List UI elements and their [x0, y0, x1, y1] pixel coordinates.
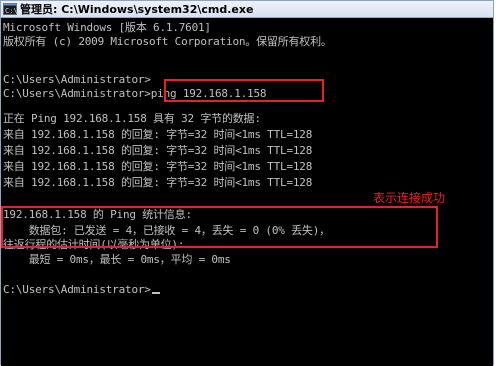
- console-line: 正在 Ping 192.168.1.158 具有 32 字节的数据:: [3, 112, 261, 125]
- prompt-text: C:\Users\Administrator>: [3, 283, 151, 296]
- cmd-window: C:\ 管理员: C:\Windows\system32\cmd.exe Mic…: [0, 0, 494, 366]
- console-line: 来自 192.168.1.158 的回复: 字节=32 时间<1ms TTL=1…: [3, 144, 313, 157]
- svg-text:C:\: C:\: [5, 7, 17, 15]
- prompt-line: C:\Users\Administrator>: [3, 283, 160, 296]
- text-cursor: [151, 292, 160, 294]
- statistics-highlight: [1, 206, 438, 248]
- console-line: 最短 = 0ms，最长 = 0ms，平均 = 0ms: [3, 253, 231, 266]
- console-line: 来自 192.168.1.158 的回复: 字节=32 时间<1ms TTL=1…: [3, 160, 313, 173]
- console-line: Microsoft Windows [版本 6.1.7601]: [3, 21, 211, 34]
- ping-command-highlight: [164, 79, 324, 102]
- console-line: 来自 192.168.1.158 的回复: 字节=32 时间<1ms TTL=1…: [3, 128, 313, 141]
- console-line: 版权所有 (c) 2009 Microsoft Corporation。保留所有…: [3, 35, 332, 48]
- window-title: 管理员: C:\Windows\system32\cmd.exe: [20, 2, 254, 16]
- console-line: 来自 192.168.1.158 的回复: 字节=32 时间<1ms TTL=1…: [3, 176, 313, 189]
- cmd-icon: C:\: [3, 3, 17, 15]
- console-line: C:\Users\Administrator>: [3, 73, 151, 86]
- title-bar[interactable]: C:\ 管理员: C:\Windows\system32\cmd.exe: [1, 1, 493, 18]
- success-annotation: 表示连接成功: [373, 191, 446, 205]
